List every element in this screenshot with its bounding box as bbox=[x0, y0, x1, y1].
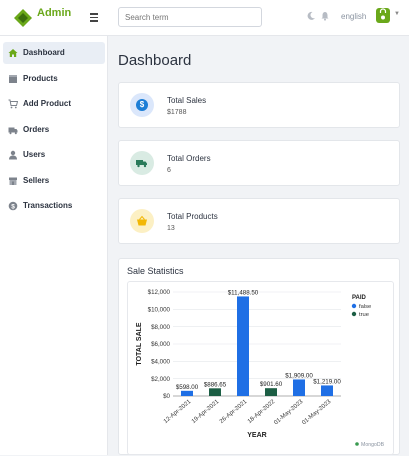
card-label: Total Orders bbox=[167, 154, 211, 163]
chart-bar bbox=[237, 296, 249, 396]
legend-marker bbox=[351, 303, 357, 309]
moon-icon[interactable] bbox=[306, 11, 316, 21]
bar-value-label: $1,909.00 bbox=[285, 372, 313, 379]
sidebar-item-label: Products bbox=[23, 74, 58, 83]
y-tick-label: $12,000 bbox=[148, 289, 171, 296]
dollar-icon: $ bbox=[130, 93, 154, 117]
bar-value-label: $901.60 bbox=[260, 381, 283, 388]
truck-icon bbox=[8, 127, 18, 135]
bar-value-label: $886.65 bbox=[204, 381, 227, 388]
x-tick-label: 19-Apr-2021 bbox=[191, 399, 221, 425]
chevron-down-icon[interactable]: ▼ bbox=[394, 11, 400, 17]
y-tick-label: $8,000 bbox=[151, 324, 170, 331]
y-tick-label: $0 bbox=[163, 393, 170, 400]
bar-value-label: $1,219.00 bbox=[313, 378, 341, 385]
page-title: Dashboard bbox=[118, 52, 192, 69]
chart-bar bbox=[265, 388, 277, 396]
card-value: $1788 bbox=[167, 109, 187, 116]
sidebar-item-label: Dashboard bbox=[23, 48, 65, 57]
card-label: Total Sales bbox=[167, 96, 207, 105]
sidebar-item-sellers[interactable]: Sellers bbox=[3, 170, 105, 192]
legend-label: false bbox=[359, 304, 371, 310]
total-orders-card: Total Orders 6 bbox=[118, 140, 400, 186]
main-content: Dashboard $ Total Sales $1788 Total Orde… bbox=[109, 36, 409, 455]
legend-label: true bbox=[359, 312, 369, 318]
chart-watermark: MongoDB bbox=[361, 442, 385, 448]
box-icon bbox=[9, 75, 17, 83]
chart-bar bbox=[181, 390, 193, 396]
top-bar: Admin english ▼ bbox=[0, 0, 409, 36]
home-icon bbox=[8, 49, 18, 57]
bar-value-label: $11,488.50 bbox=[228, 289, 259, 296]
sidebar-item-label: Users bbox=[23, 150, 46, 159]
sidebar: Dashboard Products Add Product Orders Us… bbox=[0, 36, 108, 455]
x-tick-label: 01-May-2023 bbox=[301, 399, 332, 427]
total-sales-card: $ Total Sales $1788 bbox=[118, 82, 400, 128]
card-value: 13 bbox=[167, 225, 175, 232]
card-value: 6 bbox=[167, 167, 171, 174]
cart-icon bbox=[8, 99, 18, 109]
sidebar-item-add-product[interactable]: Add Product bbox=[3, 93, 105, 115]
svg-text:$: $ bbox=[11, 203, 15, 210]
x-tick-label: 18-Apr-2022 bbox=[247, 399, 277, 425]
sidebar-item-label: Transactions bbox=[23, 201, 73, 210]
sidebar-item-products[interactable]: Products bbox=[3, 68, 105, 90]
x-tick-label: 01-May-2023 bbox=[273, 399, 304, 427]
sidebar-item-transactions[interactable]: $ Transactions bbox=[3, 195, 105, 217]
sales-bar-chart: $0 $2,000 $4,000 $6,000 $8,000 $10,000 $12,000… bbox=[136, 289, 385, 448]
basket-icon bbox=[130, 209, 154, 233]
shop-bag-icon[interactable] bbox=[376, 8, 390, 23]
sale-statistics-panel: Sale Statistics $0 $2,000 $4,000 $6,000 $8,0… bbox=[118, 258, 400, 455]
store-icon bbox=[9, 177, 17, 185]
y-tick-label: $10,000 bbox=[148, 307, 171, 314]
x-tick-label: 26-Apr-2021 bbox=[219, 399, 249, 425]
chart-bar bbox=[321, 385, 333, 396]
mongodb-leaf-icon bbox=[355, 442, 359, 446]
bell-icon[interactable] bbox=[320, 11, 330, 21]
sales-chart: $0 $2,000 $4,000 $6,000 $8,000 $10,000 $12,000… bbox=[127, 281, 394, 455]
sidebar-item-label: Add Product bbox=[23, 99, 71, 108]
language-selector[interactable]: english bbox=[341, 12, 366, 21]
sidebar-item-users[interactable]: Users bbox=[3, 144, 105, 166]
y-axis-title: TOTAL SALE bbox=[136, 322, 143, 366]
chart-bar bbox=[293, 379, 305, 396]
chart-bar bbox=[209, 388, 221, 396]
dollar-icon: $ bbox=[8, 201, 18, 211]
sidebar-item-label: Orders bbox=[23, 125, 50, 134]
menu-toggle-icon[interactable] bbox=[90, 13, 98, 22]
y-tick-label: $6,000 bbox=[151, 341, 170, 348]
panel-title: Sale Statistics bbox=[127, 266, 184, 276]
search-input[interactable] bbox=[118, 7, 262, 27]
x-axis-title: YEAR bbox=[247, 432, 266, 439]
legend-marker bbox=[351, 311, 357, 317]
truck-icon bbox=[130, 151, 154, 175]
user-icon bbox=[9, 150, 17, 160]
y-tick-label: $4,000 bbox=[151, 359, 170, 366]
brand-name: Admin bbox=[37, 7, 72, 19]
bar-value-label: $598.00 bbox=[176, 384, 199, 391]
total-products-card: Total Products 13 bbox=[118, 198, 400, 244]
sidebar-item-label: Sellers bbox=[23, 176, 50, 185]
sidebar-item-dashboard[interactable]: Dashboard bbox=[3, 42, 105, 64]
x-tick-label: 12-Apr-2021 bbox=[163, 399, 193, 425]
legend-title: PAID bbox=[352, 295, 367, 301]
sidebar-item-orders[interactable]: Orders bbox=[3, 119, 105, 141]
y-tick-label: $2,000 bbox=[151, 376, 170, 383]
card-label: Total Products bbox=[167, 212, 218, 221]
logo-icon[interactable] bbox=[12, 7, 34, 29]
